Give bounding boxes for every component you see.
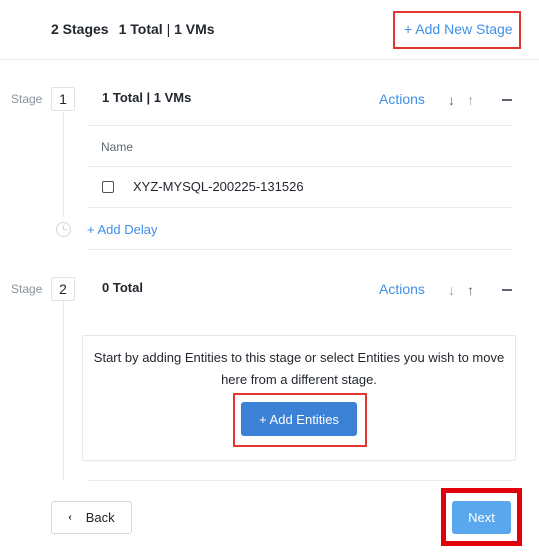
stage-1-header-divider	[87, 125, 512, 126]
empty-stage-message: Start by adding Entities to this stage o…	[93, 350, 505, 387]
stage-2-collapse-icon[interactable]	[502, 289, 512, 291]
back-button-label: Back	[85, 510, 115, 525]
add-delay-button[interactable]: + Add Delay	[87, 222, 157, 237]
stage-1-table-divider	[87, 166, 512, 167]
stage-1-actions-link[interactable]: Actions	[379, 91, 425, 107]
entity-name: XYZ-MYSQL-200225-131526	[133, 179, 304, 194]
entity-row-checkbox[interactable]	[102, 181, 114, 193]
stages-summary: 2 Stages 1 Total | 1 VMs	[51, 21, 215, 37]
stage-2-connector	[63, 301, 64, 480]
stage-1-total: 1 Total | 1 VMs	[102, 90, 192, 105]
stage-2-total: 0 Total	[102, 280, 143, 295]
stage-2-number: 2	[51, 277, 75, 301]
stage-2-move-down-icon[interactable]: ↓	[448, 282, 455, 298]
next-button[interactable]: Next	[452, 501, 511, 534]
stage-1-move-down-icon[interactable]: ↓	[448, 92, 455, 108]
add-new-stage-button[interactable]: + Add New Stage	[404, 21, 513, 37]
stage-1-move-up-icon[interactable]: ↑	[467, 92, 474, 108]
summary-vms: 1 VMs	[174, 21, 215, 37]
stage-2-actions-link[interactable]: Actions	[379, 281, 425, 297]
stages-count: 2 Stages	[51, 21, 109, 37]
stage-1-footer-divider	[87, 249, 512, 250]
stage-1-row-divider	[87, 207, 512, 208]
header-divider	[0, 59, 539, 60]
summary-total: 1 Total	[118, 21, 163, 37]
chevron-left-icon: ‹	[68, 512, 72, 523]
back-button[interactable]: ‹ Back	[51, 501, 132, 534]
stage-1-number: 1	[51, 87, 75, 111]
stage-2-move-up-icon[interactable]: ↑	[467, 282, 474, 298]
stage-1-label: Stage	[11, 92, 43, 106]
stage-1-collapse-icon[interactable]	[502, 99, 512, 101]
stage-2-label: Stage	[11, 282, 43, 296]
stage-1-connector	[63, 111, 64, 217]
add-entities-button[interactable]: + Add Entities	[241, 402, 357, 436]
stage-2-footer-divider	[87, 480, 512, 481]
delay-clock-icon	[56, 222, 71, 237]
name-column-header: Name	[101, 140, 134, 154]
summary-separator: |	[166, 21, 171, 37]
